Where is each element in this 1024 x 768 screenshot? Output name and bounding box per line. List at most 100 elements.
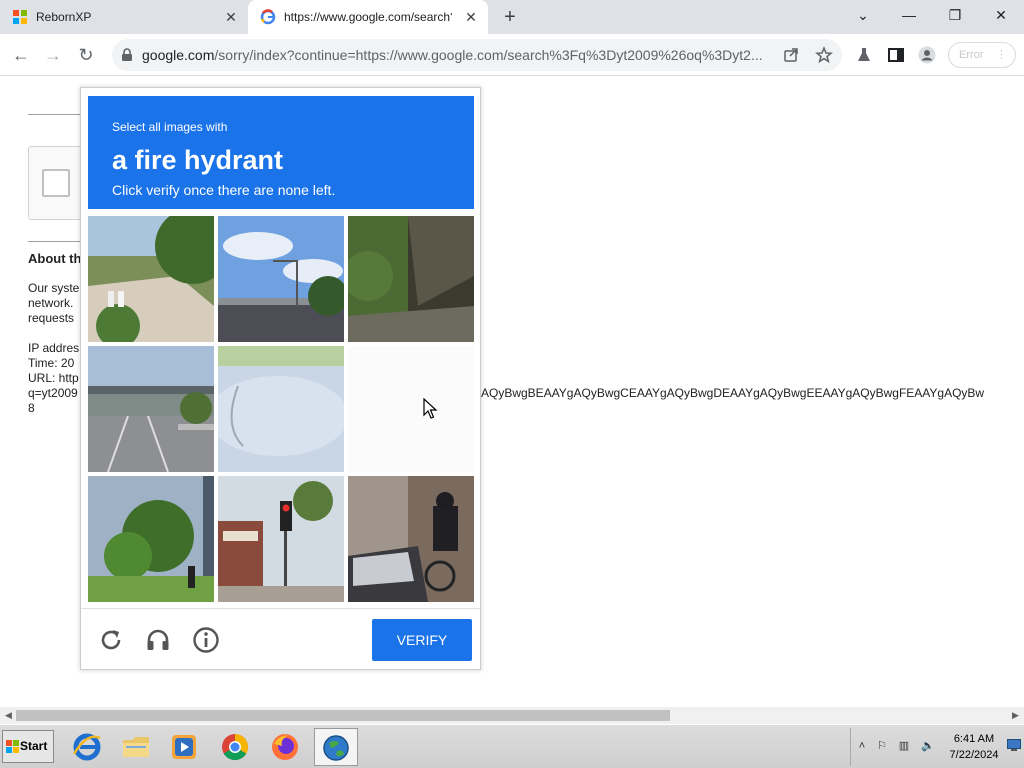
image-tile-6[interactable] xyxy=(348,346,474,472)
address-bar[interactable]: google.com/sorry/index?continue=https://… xyxy=(112,39,842,71)
body-text-line: 8 xyxy=(28,401,35,415)
recaptcha-checkbox[interactable] xyxy=(42,169,70,197)
taskbar-internet-explorer[interactable] xyxy=(66,728,110,766)
share-icon[interactable] xyxy=(782,46,800,64)
verify-button[interactable]: VERIFY xyxy=(372,619,472,661)
labs-flask-icon[interactable] xyxy=(855,46,873,64)
mouse-cursor-icon xyxy=(423,398,438,419)
reload-button[interactable]: ↻ xyxy=(73,42,99,68)
taskbar-media-player[interactable] xyxy=(163,728,207,766)
restore-button[interactable]: ❐ xyxy=(932,0,978,30)
captcha-challenge: Select all images with a fire hydrant Cl… xyxy=(80,87,481,670)
network-icon[interactable]: ▥ xyxy=(897,739,911,753)
taskbar-chrome[interactable] xyxy=(214,728,258,766)
tab-close-icon[interactable]: ✕ xyxy=(462,8,480,26)
update-label: Error xyxy=(959,49,984,61)
recaptcha-widget xyxy=(28,146,88,220)
tab-search-chevron-icon[interactable]: ⌄ xyxy=(840,0,886,30)
body-text-line: requests xyxy=(28,311,75,325)
url-path: /sorry/index?continue=https://www.google… xyxy=(214,47,763,63)
bookmark-star-icon[interactable] xyxy=(815,46,833,64)
challenge-hint: Click verify once there are none left. xyxy=(112,182,336,198)
tab-google-search[interactable]: https://www.google.com/search?q ✕ xyxy=(248,0,488,34)
challenge-instruction: Select all images with xyxy=(112,120,228,134)
chrome-icon xyxy=(222,734,249,761)
body-text-line: IP addres xyxy=(28,341,80,355)
lock-icon xyxy=(122,48,132,61)
challenge-target: a fire hydrant xyxy=(112,145,284,175)
show-desktop-icon[interactable] xyxy=(1007,739,1021,751)
media-player-icon xyxy=(172,735,196,759)
clock-time[interactable]: 6:41 AM xyxy=(943,733,1005,745)
tab-title: https://www.google.com/search?q xyxy=(284,10,452,24)
challenge-footer: VERIFY xyxy=(81,608,480,669)
taskbar-file-explorer[interactable] xyxy=(115,728,159,766)
side-panel-icon[interactable] xyxy=(887,46,905,64)
image-grid xyxy=(88,216,474,602)
photo-blank xyxy=(348,346,474,472)
google-icon xyxy=(260,9,276,25)
browser-toolbar: ← → ↻ google.com/sorry/index?continue=ht… xyxy=(0,34,1024,76)
firefox-icon xyxy=(272,734,298,760)
back-button[interactable]: ← xyxy=(8,42,34,68)
image-tile-5[interactable] xyxy=(218,346,344,472)
body-text-line: network. xyxy=(28,296,74,310)
update-button[interactable]: Error ⋮ xyxy=(948,42,1016,68)
taskbar-firefox[interactable] xyxy=(264,728,308,766)
tray-expand-icon[interactable]: ˄ xyxy=(855,739,869,753)
divider xyxy=(28,114,88,115)
body-text-line: q=yt2009 xyxy=(28,386,78,400)
tab-title: RebornXP xyxy=(36,10,92,24)
tab-rebornxp[interactable]: RebornXP ✕ xyxy=(0,0,248,34)
photo-bushes xyxy=(88,476,214,602)
scroll-right-icon[interactable]: ▶ xyxy=(1007,707,1024,724)
image-tile-1[interactable] xyxy=(88,216,214,342)
forward-button[interactable]: → xyxy=(40,42,66,68)
image-tile-9[interactable] xyxy=(348,476,474,602)
url-host: google.com xyxy=(142,47,215,63)
system-tray: ˄ ⚐ ▥ 🔈 6:41 AM 7/22/2024 xyxy=(850,728,1022,766)
start-button[interactable]: Start xyxy=(2,730,54,763)
tab-close-icon[interactable]: ✕ xyxy=(222,8,240,26)
scroll-left-icon[interactable]: ◀ xyxy=(0,707,17,724)
headphones-icon[interactable] xyxy=(144,626,172,654)
clock-date[interactable]: 7/22/2024 xyxy=(943,749,1005,761)
horizontal-scrollbar[interactable]: ◀ ▶ xyxy=(0,707,1024,724)
action-center-flag-icon[interactable]: ⚐ xyxy=(875,739,889,753)
minimize-button[interactable]: — xyxy=(886,0,932,30)
image-tile-4[interactable] xyxy=(88,346,214,472)
image-tile-7[interactable] xyxy=(88,476,214,602)
new-tab-button[interactable]: + xyxy=(498,5,522,29)
windows-flag-icon xyxy=(6,740,19,753)
start-label: Start xyxy=(20,739,48,753)
internet-explorer-icon xyxy=(72,733,101,761)
profile-avatar-icon[interactable] xyxy=(918,46,936,64)
photo-traffic-light xyxy=(218,476,344,602)
image-tile-2[interactable] xyxy=(218,216,344,342)
taskbar: Start ˄ ⚐ ▥ 🔈 6:41 AM 7/22/2024 xyxy=(0,724,1024,768)
reload-icon[interactable] xyxy=(97,626,125,654)
photo-sky-bridge xyxy=(218,216,344,342)
scrollbar-thumb[interactable] xyxy=(16,710,670,721)
tab-strip: RebornXP ✕ https://www.google.com/search… xyxy=(0,0,1024,34)
more-menu-icon: ⋮ xyxy=(996,49,1007,61)
windows-flag-icon xyxy=(13,10,27,24)
close-window-button[interactable]: ✕ xyxy=(978,0,1024,30)
photo-underpass xyxy=(348,216,474,342)
about-heading: About th xyxy=(28,251,82,266)
image-tile-8[interactable] xyxy=(218,476,344,602)
screen: RebornXP ✕ https://www.google.com/search… xyxy=(0,0,1024,768)
folder-icon xyxy=(123,737,149,757)
body-text-line: Our syste xyxy=(28,281,80,295)
photo-road-trees xyxy=(88,216,214,342)
photo-road-overpass xyxy=(88,346,214,472)
info-icon[interactable] xyxy=(192,626,220,654)
globe-icon xyxy=(323,735,349,761)
address-url: google.com/sorry/index?continue=https://… xyxy=(142,47,782,63)
volume-muted-icon[interactable]: 🔈 xyxy=(921,739,935,753)
taskbar-network-globe[interactable] xyxy=(314,728,358,766)
image-tile-3[interactable] xyxy=(348,216,474,342)
divider xyxy=(28,241,88,242)
body-text-line: Time: 20 xyxy=(28,356,75,370)
challenge-header: Select all images with a fire hydrant Cl… xyxy=(88,96,474,209)
